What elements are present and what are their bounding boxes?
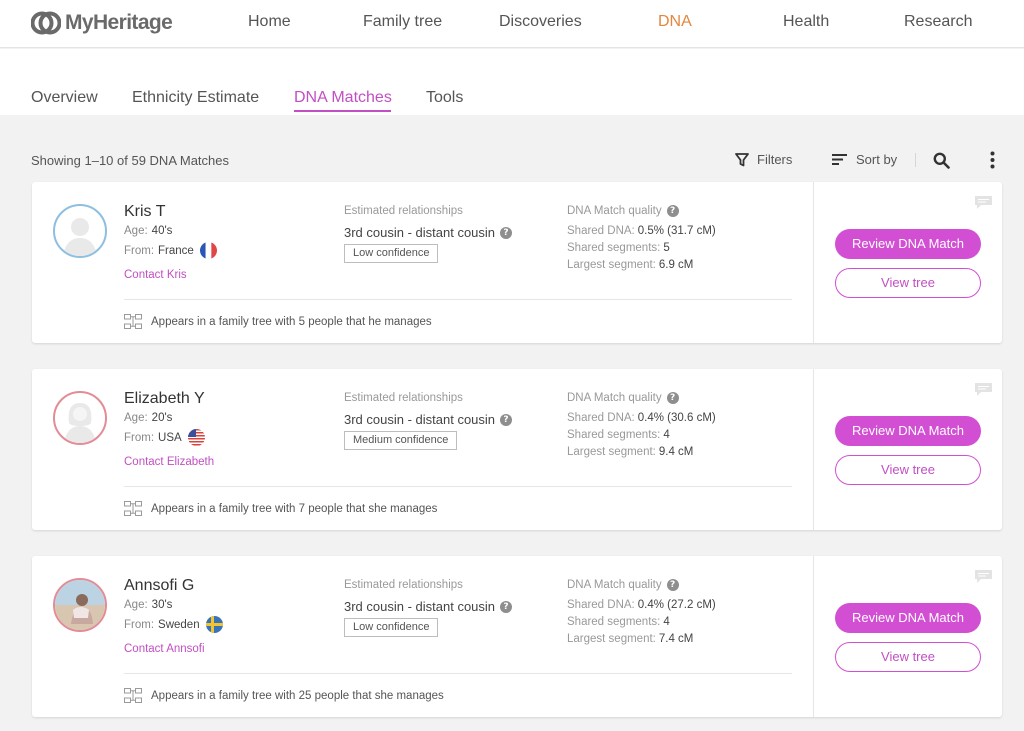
shared-segments: Shared segments: 4 [567, 429, 670, 441]
help-icon[interactable]: ? [500, 226, 513, 239]
relationship: 3rd cousin - distant cousin? [344, 412, 513, 427]
largest-segment: Largest segment: 6.9 cM [567, 259, 694, 271]
card-vertical-divider [813, 556, 814, 717]
confidence-badge: Low confidence [344, 244, 439, 263]
view-tree-button[interactable]: View tree [835, 642, 981, 672]
match-name[interactable]: Elizabeth Y [124, 390, 205, 408]
logo-text: MyHeritage [65, 11, 173, 34]
view-tree-button[interactable]: View tree [835, 455, 981, 485]
sort-button[interactable]: Sort by [832, 152, 897, 167]
match-card: Kris T Age: 40's From: France Contact Kris… [32, 182, 1002, 343]
tab-tools[interactable]: Tools [426, 89, 463, 107]
family-tree-icon [124, 314, 142, 329]
family-tree-info: Appears in a family tree with 5 people t… [124, 314, 432, 329]
shared-dna: Shared DNA: 0.5% (31.7 cM) [567, 225, 716, 237]
nav-dna[interactable]: DNA [658, 13, 692, 31]
match-age: Age: 40's [124, 225, 173, 237]
help-icon[interactable]: ? [666, 392, 679, 404]
top-navigation: MyHeritage Home Family tree Discoveries … [0, 0, 1024, 48]
largest-segment: Largest segment: 9.4 cM [567, 446, 694, 458]
tab-ethnicity-estimate[interactable]: Ethnicity Estimate [132, 89, 259, 107]
card-divider [124, 299, 792, 300]
logo-icon [31, 11, 61, 35]
avatar[interactable] [53, 391, 107, 445]
nav-discoveries[interactable]: Discoveries [499, 13, 582, 31]
male-silhouette-icon [63, 218, 97, 256]
estimated-relationships-label: Estimated relationships [344, 205, 463, 217]
match-age: Age: 20's [124, 412, 173, 424]
card-vertical-divider [813, 369, 814, 530]
shared-dna: Shared DNA: 0.4% (30.6 cM) [567, 412, 716, 424]
confidence-badge: Low confidence [344, 618, 439, 637]
card-divider [124, 673, 792, 674]
usa-flag-icon [187, 429, 205, 446]
sort-label: Sort by [856, 152, 898, 167]
dna-subnavigation: Overview Ethnicity Estimate DNA Matches … [0, 49, 1024, 115]
match-country: From: France [124, 242, 217, 259]
match-card: Annsofi G Age: 30's From: Sweden Contact A… [32, 556, 1002, 717]
card-vertical-divider [813, 182, 814, 343]
sort-icon [832, 154, 847, 165]
view-tree-button[interactable]: View tree [835, 268, 981, 298]
match-name[interactable]: Annsofi G [124, 577, 194, 595]
avatar[interactable] [53, 578, 107, 632]
sweden-flag-icon [205, 616, 223, 633]
family-tree-info: Appears in a family tree with 25 people … [124, 688, 444, 703]
message-icon[interactable] [974, 382, 993, 397]
estimated-relationships-label: Estimated relationships [344, 579, 463, 591]
help-icon[interactable]: ? [500, 413, 513, 426]
help-icon[interactable]: ? [666, 205, 679, 217]
results-count: Showing 1–10 of 59 DNA Matches [31, 153, 230, 168]
match-country: From: USA [124, 429, 205, 446]
myheritage-logo[interactable]: MyHeritage [31, 9, 173, 37]
largest-segment: Largest segment: 7.4 cM [567, 633, 694, 645]
tab-overview[interactable]: Overview [31, 89, 98, 107]
nav-home[interactable]: Home [248, 13, 291, 31]
shared-segments: Shared segments: 4 [567, 616, 670, 628]
active-tab-indicator [294, 110, 391, 112]
review-dna-match-button[interactable]: Review DNA Match [835, 229, 981, 259]
profile-photo [55, 580, 105, 630]
help-icon[interactable]: ? [666, 579, 679, 591]
message-icon[interactable] [974, 195, 993, 210]
nav-health[interactable]: Health [783, 13, 829, 31]
contact-link[interactable]: Contact Kris [124, 269, 187, 281]
message-icon[interactable] [974, 569, 993, 584]
card-divider [124, 486, 792, 487]
filters-button[interactable]: Filters [735, 152, 792, 167]
female-silhouette-icon [64, 403, 96, 443]
match-name[interactable]: Kris T [124, 203, 165, 221]
review-dna-match-button[interactable]: Review DNA Match [835, 603, 981, 633]
family-tree-info: Appears in a family tree with 7 people t… [124, 501, 437, 516]
shared-segments: Shared segments: 5 [567, 242, 670, 254]
avatar[interactable] [53, 204, 107, 258]
confidence-badge: Medium confidence [344, 431, 458, 450]
contact-link[interactable]: Contact Annsofi [124, 643, 205, 655]
match-country: From: Sweden [124, 616, 223, 633]
review-dna-match-button[interactable]: Review DNA Match [835, 416, 981, 446]
shared-dna: Shared DNA: 0.4% (27.2 cM) [567, 599, 716, 611]
relationship: 3rd cousin - distant cousin? [344, 599, 513, 614]
match-quality-label: DNA Match quality? [567, 205, 679, 217]
match-card: Elizabeth Y Age: 20's From: USA Contact El… [32, 369, 1002, 530]
filters-label: Filters [757, 152, 793, 167]
more-options-icon[interactable] [990, 151, 995, 169]
match-quality-label: DNA Match quality? [567, 579, 679, 591]
nav-research[interactable]: Research [904, 13, 972, 31]
tab-dna-matches[interactable]: DNA Matches [294, 89, 392, 107]
nav-family-tree[interactable]: Family tree [363, 13, 442, 31]
help-icon[interactable]: ? [500, 600, 513, 613]
family-tree-icon [124, 688, 142, 703]
france-flag-icon [199, 242, 217, 259]
contact-link[interactable]: Contact Elizabeth [124, 456, 214, 468]
filter-icon [735, 152, 749, 166]
family-tree-icon [124, 501, 142, 516]
relationship: 3rd cousin - distant cousin? [344, 225, 513, 240]
search-icon[interactable] [933, 152, 950, 169]
estimated-relationships-label: Estimated relationships [344, 392, 463, 404]
match-age: Age: 30's [124, 599, 173, 611]
toolbar-divider [915, 153, 916, 167]
match-quality-label: DNA Match quality? [567, 392, 679, 404]
